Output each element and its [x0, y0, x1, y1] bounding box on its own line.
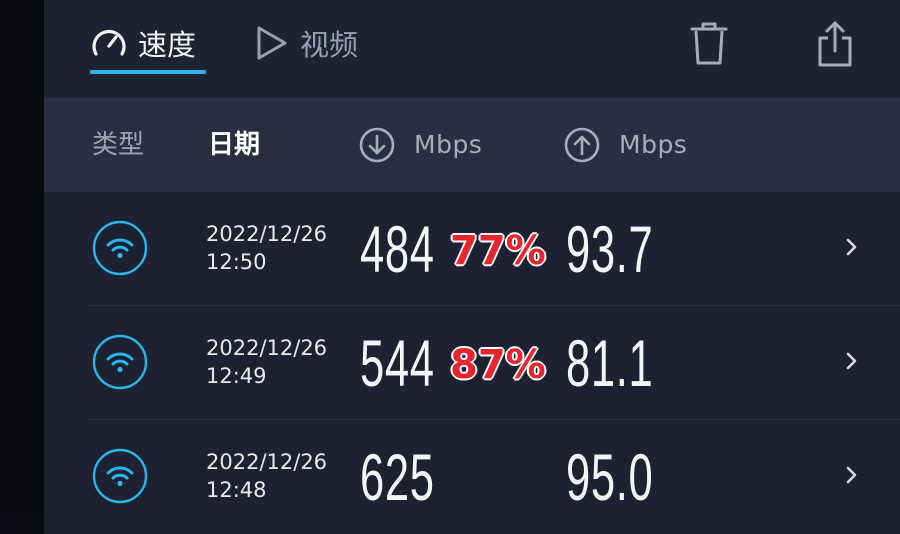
result-datetime: 2022/12/26 12:48	[206, 448, 327, 504]
download-value: 484	[360, 212, 435, 286]
tab-speed-label: 速度	[138, 28, 197, 62]
column-download: Mbps	[358, 126, 482, 164]
speedometer-icon	[92, 29, 126, 56]
result-row[interactable]: 2022/12/26 12:48 625 95.0	[44, 420, 900, 534]
upload-value: 93.7	[566, 212, 654, 286]
download-arrow-icon	[359, 127, 395, 163]
play-icon	[257, 26, 287, 60]
upload-value: 95.0	[566, 440, 654, 514]
result-row[interactable]: 2022/12/26 12:49 544 87% 81.1	[44, 306, 900, 420]
upload-unit-label: Mbps	[619, 130, 688, 159]
result-time: 12:48	[206, 478, 267, 502]
wifi-icon	[92, 220, 148, 276]
active-tab-indicator	[90, 70, 206, 74]
share-button[interactable]	[810, 18, 860, 70]
percent-annotation: 77%	[450, 228, 546, 274]
result-date: 2022/12/26	[206, 336, 328, 360]
result-time: 12:50	[206, 250, 267, 274]
delete-button[interactable]	[684, 18, 734, 70]
wifi-icon	[92, 448, 148, 504]
left-edge	[0, 0, 44, 513]
column-upload: Mbps	[563, 126, 687, 164]
tab-video-label: 视频	[300, 28, 359, 62]
download-unit-label: Mbps	[414, 130, 483, 159]
share-icon	[818, 21, 852, 67]
download-value: 625	[360, 440, 435, 514]
column-type-label: 类型	[92, 130, 145, 160]
upload-arrow-icon	[564, 127, 600, 163]
result-date: 2022/12/26	[206, 450, 328, 474]
trash-icon	[690, 22, 728, 65]
speed-history-screen: 速度 视频 类型 日期 Mbps Mbps 2022/12/26 12:50 4…	[44, 0, 900, 534]
result-datetime: 2022/12/26 12:49	[206, 334, 327, 390]
chevron-right-icon[interactable]	[842, 346, 862, 376]
result-datetime: 2022/12/26 12:50	[206, 220, 327, 276]
download-value: 544	[360, 326, 435, 400]
chevron-right-icon[interactable]	[842, 232, 862, 262]
upload-value: 81.1	[566, 326, 654, 400]
tab-video[interactable]: 视频	[254, 22, 358, 64]
result-date: 2022/12/26	[206, 222, 328, 246]
percent-annotation: 87%	[450, 342, 546, 388]
result-time: 12:49	[206, 364, 267, 388]
chevron-right-icon[interactable]	[842, 460, 862, 490]
column-header: 类型 日期 Mbps Mbps	[44, 98, 900, 192]
result-row[interactable]: 2022/12/26 12:50 484 77% 93.7	[44, 192, 900, 306]
wifi-icon	[92, 334, 148, 390]
column-date-label: 日期	[208, 130, 261, 160]
tab-speed[interactable]: 速度	[90, 22, 196, 64]
top-bar: 速度 视频	[44, 0, 900, 98]
